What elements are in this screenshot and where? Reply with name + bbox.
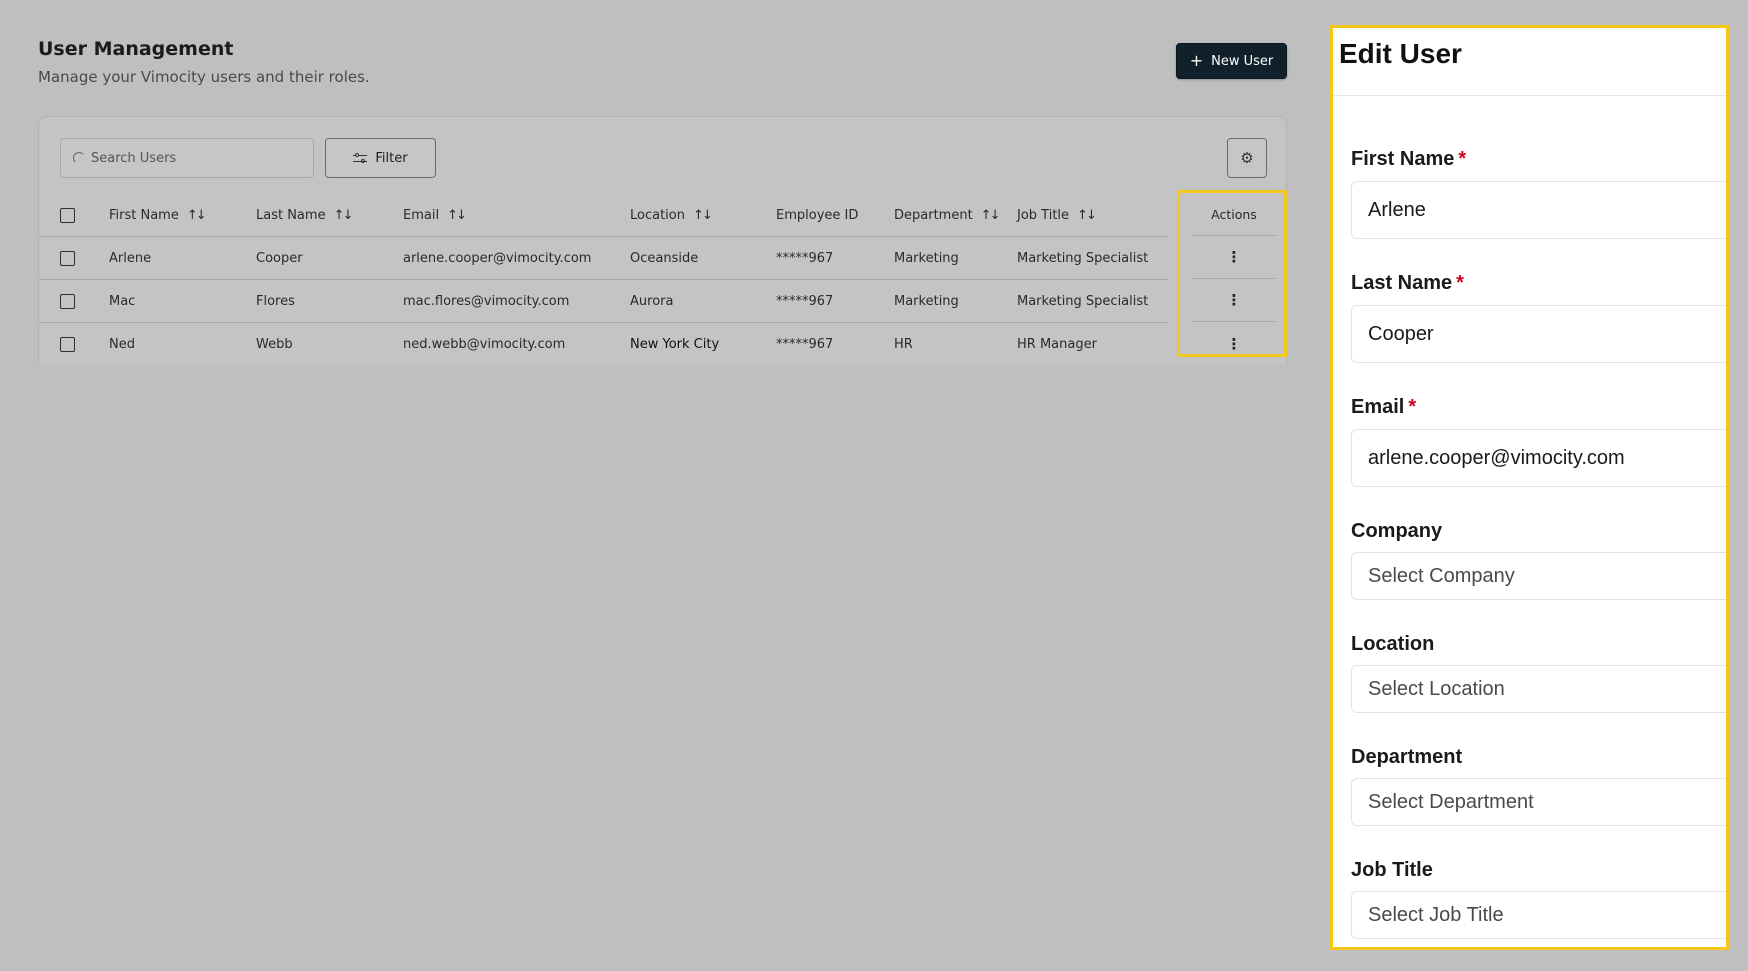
edit-user-panel: Edit User First Name * Arlene Last Name * … bbox=[1330, 25, 1729, 950]
department-select[interactable]: Select Department bbox=[1351, 778, 1726, 826]
table-row[interactable]: Ned Webb ned.webb@vimocity.com New York … bbox=[39, 323, 1169, 366]
cell-last-name: Flores bbox=[256, 293, 295, 309]
cell-department: Marketing bbox=[894, 250, 959, 266]
cell-employee-id: *****967 bbox=[776, 293, 834, 309]
row-checkbox[interactable] bbox=[60, 293, 75, 309]
cell-first-name: Arlene bbox=[109, 250, 152, 266]
table-settings-button[interactable]: ⚙ bbox=[1227, 138, 1267, 178]
company-select[interactable]: Select Company bbox=[1351, 552, 1726, 600]
cell-email: mac.flores@vimocity.com bbox=[403, 293, 570, 309]
cell-last-name: Webb bbox=[256, 337, 293, 352]
row-checkbox[interactable] bbox=[60, 250, 75, 266]
column-header-employee-id: Employee ID bbox=[776, 207, 859, 223]
row-actions-kebab-icon[interactable]: ⋮ bbox=[1192, 322, 1276, 365]
cell-department: Marketing bbox=[894, 293, 959, 309]
cell-first-name: Ned bbox=[109, 337, 135, 352]
last-name-field[interactable]: Cooper bbox=[1351, 305, 1726, 363]
row-actions-kebab-icon[interactable]: ⋮ bbox=[1192, 279, 1276, 322]
required-marker: * bbox=[1458, 148, 1467, 170]
cell-location: Aurora bbox=[630, 293, 674, 309]
column-header-email[interactable]: Email ↑↓ bbox=[403, 194, 467, 236]
search-placeholder: Search Users bbox=[91, 150, 177, 166]
location-label: Location bbox=[1351, 633, 1435, 655]
cell-last-name: Cooper bbox=[256, 250, 303, 266]
row-checkbox[interactable] bbox=[60, 337, 75, 352]
cell-email: ned.webb@vimocity.com bbox=[403, 337, 566, 352]
column-header-actions: Actions bbox=[1192, 193, 1276, 236]
new-user-button[interactable]: + New User bbox=[1176, 43, 1287, 79]
cell-employee-id: *****967 bbox=[776, 250, 834, 266]
sort-icon[interactable]: ↑↓ bbox=[447, 208, 467, 223]
email-label: Email * bbox=[1351, 396, 1417, 418]
location-select[interactable]: Select Location bbox=[1351, 665, 1726, 713]
sort-icon[interactable]: ↑↓ bbox=[187, 208, 207, 223]
cell-email: arlene.cooper@vimocity.com bbox=[403, 250, 592, 266]
users-table-card: Search Users Filter ⚙ First Name ↑↓ Last … bbox=[38, 116, 1287, 364]
column-header-location[interactable]: Location ↑↓ bbox=[630, 194, 713, 236]
table-header-row: First Name ↑↓ Last Name ↑↓ Email ↑↓ Locatio… bbox=[39, 194, 1169, 237]
sort-icon[interactable]: ↑↓ bbox=[1077, 208, 1097, 223]
cell-first-name: Mac bbox=[109, 293, 136, 309]
cell-job-title: HR Manager bbox=[1017, 337, 1097, 352]
company-label: Company bbox=[1351, 520, 1443, 542]
first-name-label: First Name * bbox=[1351, 148, 1467, 170]
select-all-checkbox[interactable] bbox=[60, 207, 75, 223]
table-row[interactable]: Arlene Cooper arlene.cooper@vimocity.com… bbox=[39, 237, 1169, 280]
column-header-last-name[interactable]: Last Name ↑↓ bbox=[256, 194, 354, 236]
actions-column-highlight: Actions ⋮ ⋮ ⋮ bbox=[1177, 190, 1287, 357]
plus-icon: + bbox=[1189, 51, 1204, 70]
panel-divider bbox=[1333, 95, 1726, 96]
cell-employee-id: *****967 bbox=[776, 337, 834, 352]
required-marker: * bbox=[1408, 396, 1417, 418]
last-name-label: Last Name * bbox=[1351, 272, 1464, 294]
column-header-job-title[interactable]: Job Title ↑↓ bbox=[1017, 194, 1097, 236]
email-field[interactable]: arlene.cooper@vimocity.com bbox=[1351, 429, 1726, 487]
cell-job-title: Marketing Specialist bbox=[1017, 293, 1149, 309]
gear-icon: ⚙ bbox=[1240, 150, 1254, 167]
column-header-department[interactable]: Department ↑↓ bbox=[894, 194, 1001, 236]
page-title: User Management bbox=[38, 38, 234, 60]
cell-location: New York City bbox=[630, 337, 720, 352]
search-input[interactable]: Search Users bbox=[60, 138, 314, 178]
edit-user-title: Edit User bbox=[1339, 38, 1462, 69]
row-actions-kebab-icon[interactable]: ⋮ bbox=[1192, 236, 1276, 279]
cell-job-title: Marketing Specialist bbox=[1017, 250, 1149, 266]
first-name-field[interactable]: Arlene bbox=[1351, 181, 1726, 239]
sort-icon[interactable]: ↑↓ bbox=[693, 208, 713, 223]
job-title-select[interactable]: Select Job Title bbox=[1351, 891, 1726, 939]
loading-spinner-icon bbox=[73, 152, 85, 164]
table-row[interactable]: Mac Flores mac.flores@vimocity.com Auror… bbox=[39, 280, 1169, 323]
required-marker: * bbox=[1456, 272, 1464, 294]
department-label: Department bbox=[1351, 746, 1463, 768]
job-title-label: Job Title bbox=[1351, 859, 1433, 881]
sort-icon[interactable]: ↑↓ bbox=[981, 208, 1001, 223]
sort-icon[interactable]: ↑↓ bbox=[334, 208, 354, 223]
page-subtitle: Manage your Vimocity users and their rol… bbox=[38, 68, 370, 86]
cell-location: Oceanside bbox=[630, 250, 699, 266]
new-user-label: New User bbox=[1211, 53, 1274, 69]
cell-department: HR bbox=[894, 337, 913, 352]
filter-sliders-icon bbox=[353, 152, 368, 164]
filter-label: Filter bbox=[375, 150, 408, 166]
column-header-first-name[interactable]: First Name ↑↓ bbox=[109, 194, 207, 236]
filter-button[interactable]: Filter bbox=[325, 138, 436, 178]
